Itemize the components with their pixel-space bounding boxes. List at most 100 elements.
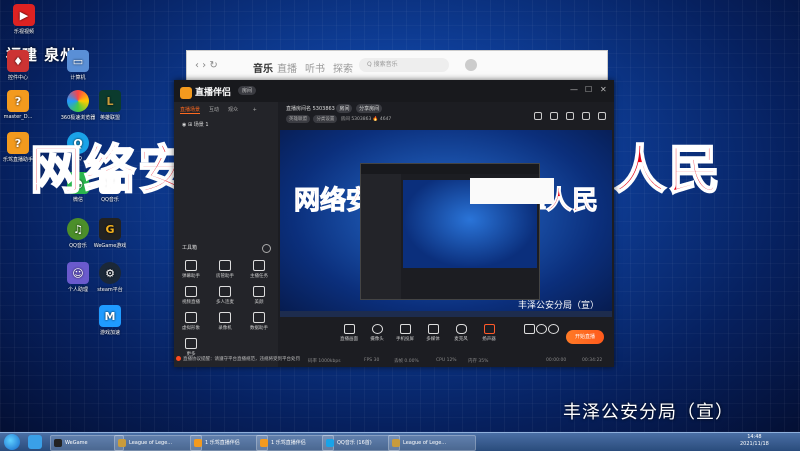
add-icon[interactable]: + xyxy=(253,107,257,113)
share-room-button[interactable]: 分享房间 xyxy=(356,104,383,113)
desktop-icon[interactable]: M 游戏加速 xyxy=(88,305,132,336)
layout-icon[interactable] xyxy=(534,112,542,120)
gift-icon[interactable] xyxy=(550,112,558,120)
speaker-button[interactable]: 扬声器 xyxy=(478,324,500,342)
music-window[interactable]: ‹ › ↻ 音乐 直播 听书 探索 Q 搜索音乐 xyxy=(186,50,608,82)
tool-label: 数据助手 xyxy=(250,326,268,331)
memory-text: 内存 35% xyxy=(468,359,489,364)
share-icon[interactable] xyxy=(598,112,606,120)
tool-label: 弹幕助手 xyxy=(182,274,200,279)
toolbox-title: 工具箱 xyxy=(182,245,198,251)
control-label: 扬声器 xyxy=(482,337,496,342)
room-meta: 英雄联盟 分类设置 房间 5303863 🔥 4647 xyxy=(286,115,391,123)
danmaku-icon xyxy=(185,260,197,271)
sidebar-tabs: 直播场景 互动 观众 + xyxy=(180,106,266,114)
taskbar-item[interactable]: League of Lege... xyxy=(388,435,476,451)
music-nav[interactable]: ‹ › ↻ xyxy=(195,60,218,71)
data-icon xyxy=(253,312,265,323)
scene-item[interactable]: ◉ ⊞ 场景 1 xyxy=(182,121,209,128)
screen-capture-button[interactable]: 直播画面 xyxy=(338,324,360,342)
browser-icon xyxy=(67,90,89,112)
settings-button[interactable] xyxy=(542,324,564,336)
tool-more[interactable]: 更多 xyxy=(176,338,206,357)
category-pill[interactable]: 英雄联盟 xyxy=(286,115,310,123)
steam-icon: ⚙ xyxy=(99,262,121,284)
maximize-button[interactable]: ☐ xyxy=(585,85,592,94)
tool-tasks[interactable]: 主播任务 xyxy=(244,260,274,279)
tool-label: 视频直播 xyxy=(182,300,200,305)
desktop-icon-label: QQ音乐 xyxy=(69,243,87,249)
message-icon[interactable] xyxy=(566,112,574,120)
desktop-icon-label: 英雄联盟 xyxy=(99,115,120,121)
ie-icon[interactable] xyxy=(28,435,42,449)
tool-recorder[interactable]: 录像机 xyxy=(210,312,240,331)
desktop-icon[interactable]: ♦ 控件中心 xyxy=(0,50,40,81)
microphone-button[interactable]: 麦克风 xyxy=(450,324,472,342)
task-icon xyxy=(253,260,265,271)
toolbox-settings-icon[interactable] xyxy=(262,244,271,253)
computer-icon: ▭ xyxy=(67,50,89,72)
category-setting-pill[interactable]: 分类设置 xyxy=(313,115,338,123)
tab-explore[interactable]: 探索 xyxy=(333,60,353,75)
preview-taskbar xyxy=(280,311,612,317)
tool-beauty[interactable]: 美颜 xyxy=(244,286,274,305)
wegame-icon: G xyxy=(99,218,121,240)
close-button[interactable]: ✕ xyxy=(600,85,607,94)
bell-icon[interactable] xyxy=(582,112,590,120)
gear-icon xyxy=(547,324,559,334)
tool-label: 虚拟形象 xyxy=(182,326,200,331)
more-icon xyxy=(185,338,197,349)
desktop-icon[interactable]: L 英雄联盟 xyxy=(88,90,132,121)
tab-interact[interactable]: 互动 xyxy=(209,107,219,113)
tool-video-live[interactable]: 视频直播 xyxy=(176,286,206,305)
desktop-icon-label: 计算机 xyxy=(70,75,86,81)
tool-data[interactable]: 数据助手 xyxy=(244,312,274,331)
media-button[interactable]: 多媒体 xyxy=(422,324,444,342)
music-search-input[interactable]: Q 搜索音乐 xyxy=(359,58,449,72)
avatar-icon xyxy=(185,312,197,323)
live-preview[interactable]: 网络安 靠人民 丰泽公安分局（宣） xyxy=(280,130,612,317)
room-badge[interactable]: 房间 xyxy=(238,86,257,95)
start-live-button[interactable]: 开始直播 xyxy=(566,330,604,344)
speaker-icon xyxy=(483,324,495,334)
tool-label: 美颜 xyxy=(254,300,264,305)
tab-books[interactable]: 听书 xyxy=(305,60,325,75)
tool-room-admin[interactable]: 房管助手 xyxy=(210,260,240,279)
avatar[interactable] xyxy=(465,59,477,71)
tab-scene[interactable]: 直播场景 xyxy=(180,107,201,114)
cpu-text: CPU 12% xyxy=(436,358,457,363)
bitrate-text: 码率 1000kbps xyxy=(308,359,341,364)
tab-live[interactable]: 直播 xyxy=(277,60,297,75)
desktop-icon[interactable]: ? master_D... xyxy=(0,90,40,120)
desktop-icon[interactable]: ▭ 计算机 xyxy=(56,50,100,81)
minimize-button[interactable]: — xyxy=(570,85,578,94)
start-button[interactable] xyxy=(4,434,20,450)
nested-titlebar xyxy=(361,164,539,174)
preview-caption: 丰泽公安分局（宣） xyxy=(518,301,600,311)
room-info: 直播房间名 5303863 房间 分享房间 xyxy=(286,104,384,113)
taskbar-item[interactable]: WeGame xyxy=(50,435,124,451)
tab-music[interactable]: 音乐 xyxy=(253,60,273,75)
room-label: 房间 xyxy=(340,117,350,122)
streaming-app-window[interactable]: 直播伴侣 房间 — ☐ ✕ 直播场景 互动 观众 + ◉ ⊞ 场景 1 工具箱 弹幕… xyxy=(174,80,614,367)
taskbar-item[interactable]: League of Lege... xyxy=(114,435,202,451)
notice-icon xyxy=(176,356,181,361)
tab-audience[interactable]: 观众 xyxy=(228,107,238,113)
desktop-icon[interactable]: ▶ 乐视视频 xyxy=(2,4,46,35)
system-clock[interactable]: 14:48 2021/11/18 xyxy=(740,434,769,448)
camera-icon xyxy=(371,324,383,334)
tool-multi-mic[interactable]: 多人连麦 xyxy=(210,286,240,305)
desktop-icon[interactable]: ⚙ steam平台 xyxy=(88,262,132,293)
tool-avatar[interactable]: 虚拟形象 xyxy=(176,312,206,331)
main-area: 直播房间名 5303863 房间 分享房间 英雄联盟 分类设置 房间 53038… xyxy=(278,102,614,367)
phone-cast-button[interactable]: 手机投屏 xyxy=(394,324,416,342)
app-sidebar: 直播场景 互动 观众 + ◉ ⊞ 场景 1 工具箱 弹幕助手 房管助手 主播任务 视… xyxy=(174,102,300,367)
camera-button[interactable]: 摄像头 xyxy=(366,324,388,342)
accelerator-icon: M xyxy=(99,305,121,327)
tool-label: 房管助手 xyxy=(216,274,234,279)
desktop-icon[interactable]: G WeGame游戏 xyxy=(88,218,132,249)
desktop-icon-label: WeGame游戏 xyxy=(93,243,127,249)
tool-danmaku[interactable]: 弹幕助手 xyxy=(176,260,206,279)
status-bar: 码率 1000kbps FPS 30 丢帧 0.00% CPU 12% 内存 3… xyxy=(278,356,614,367)
room-id-pill[interactable]: 房间 xyxy=(336,104,353,113)
